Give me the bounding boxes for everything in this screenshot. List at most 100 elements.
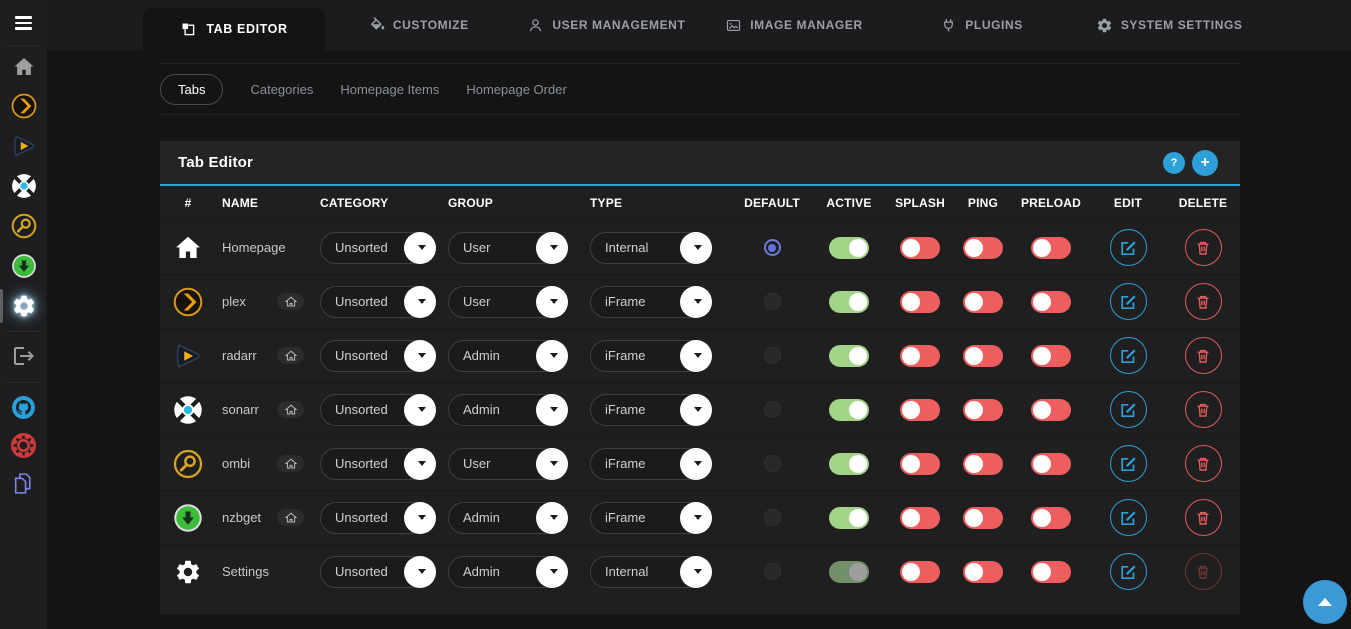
sidebar-item-support[interactable] <box>0 425 47 465</box>
preload-toggle[interactable] <box>1031 345 1071 367</box>
edit-button[interactable] <box>1110 553 1147 590</box>
sidebar-item-logout[interactable] <box>0 336 47 376</box>
subtab-homepage-items[interactable]: Homepage Items <box>340 82 439 97</box>
edit-button[interactable] <box>1110 391 1147 428</box>
edit-button[interactable] <box>1110 337 1147 374</box>
ping-toggle[interactable] <box>963 345 1003 367</box>
group-select[interactable]: Admin <box>448 394 568 426</box>
edit-button[interactable] <box>1110 283 1147 320</box>
active-toggle[interactable] <box>829 291 869 313</box>
delete-button[interactable] <box>1185 229 1222 266</box>
preload-toggle[interactable] <box>1031 237 1071 259</box>
type-select[interactable]: iFrame <box>590 340 712 372</box>
ping-toggle[interactable] <box>963 453 1003 475</box>
ping-toggle[interactable] <box>963 399 1003 421</box>
preload-toggle[interactable] <box>1031 453 1071 475</box>
splash-toggle[interactable] <box>900 561 940 583</box>
tab-system-settings[interactable]: SYSTEM SETTINGS <box>1075 0 1263 50</box>
menu-toggle-button[interactable] <box>0 3 47 43</box>
group-select[interactable]: Admin <box>448 340 568 372</box>
homepage-badge <box>277 293 304 310</box>
default-radio[interactable] <box>764 563 781 580</box>
type-select[interactable]: Internal <box>590 232 712 264</box>
tab-image-manager[interactable]: IMAGE MANAGER <box>700 0 888 50</box>
active-toggle[interactable] <box>829 345 869 367</box>
chevron-down-icon <box>680 340 712 372</box>
tab-customize[interactable]: CUSTOMIZE <box>325 0 513 50</box>
default-radio[interactable] <box>764 401 781 418</box>
edit-button[interactable] <box>1110 499 1147 536</box>
subtab-categories[interactable]: Categories <box>250 82 313 97</box>
preload-toggle[interactable] <box>1031 507 1071 529</box>
sidebar-item-home[interactable] <box>0 47 47 87</box>
splash-toggle[interactable] <box>900 453 940 475</box>
sidebar-item-plex[interactable] <box>0 86 47 126</box>
sidebar-item-radarr[interactable] <box>0 126 47 166</box>
sidebar-item-sonarr[interactable] <box>0 166 47 206</box>
splash-toggle[interactable] <box>900 237 940 259</box>
type-select[interactable]: iFrame <box>590 286 712 318</box>
default-radio[interactable] <box>764 509 781 526</box>
splash-toggle[interactable] <box>900 345 940 367</box>
preload-toggle[interactable] <box>1031 399 1071 421</box>
active-toggle[interactable] <box>829 399 869 421</box>
type-select[interactable]: Internal <box>590 556 712 588</box>
delete-button[interactable] <box>1185 499 1222 536</box>
tab-user-management[interactable]: USER MANAGEMENT <box>513 0 701 50</box>
default-radio[interactable] <box>764 293 781 310</box>
active-toggle[interactable] <box>829 453 869 475</box>
tab-plugins[interactable]: PLUGINS <box>888 0 1076 50</box>
category-select[interactable]: Unsorted <box>320 394 436 426</box>
sidebar-item-nzbget[interactable] <box>0 246 47 286</box>
edit-button[interactable] <box>1110 229 1147 266</box>
subtab-homepage-order[interactable]: Homepage Order <box>466 82 566 97</box>
homepage-badge <box>277 401 304 418</box>
chevron-down-icon <box>536 556 568 588</box>
group-select[interactable]: User <box>448 448 568 480</box>
preload-toggle[interactable] <box>1031 291 1071 313</box>
group-select[interactable]: Admin <box>448 502 568 534</box>
category-select[interactable]: Unsorted <box>320 556 436 588</box>
edit-icon <box>1118 508 1138 528</box>
type-select[interactable]: iFrame <box>590 448 712 480</box>
category-select[interactable]: Unsorted <box>320 502 436 534</box>
category-select[interactable]: Unsorted <box>320 340 436 372</box>
delete-button[interactable] <box>1185 337 1222 374</box>
type-select[interactable]: iFrame <box>590 502 712 534</box>
ping-toggle[interactable] <box>963 507 1003 529</box>
help-button[interactable]: ? <box>1163 152 1185 174</box>
chevron-down-icon <box>680 556 712 588</box>
active-toggle[interactable] <box>829 237 869 259</box>
type-select[interactable]: iFrame <box>590 394 712 426</box>
delete-button[interactable] <box>1185 391 1222 428</box>
ping-toggle[interactable] <box>963 291 1003 313</box>
active-toggle[interactable] <box>829 507 869 529</box>
category-select[interactable]: Unsorted <box>320 448 436 480</box>
tab-tab-editor[interactable]: TAB EDITOR <box>143 8 325 50</box>
settings-nav-bar: TAB EDITOR CUSTOMIZE USER MANAGEMENT IMA… <box>47 0 1351 50</box>
subtab-tabs[interactable]: Tabs <box>160 74 223 105</box>
group-select[interactable]: User <box>448 232 568 264</box>
sidebar-item-settings[interactable] <box>0 286 47 326</box>
preload-toggle[interactable] <box>1031 561 1071 583</box>
default-radio[interactable] <box>764 455 781 472</box>
sidebar-item-github[interactable] <box>0 387 47 427</box>
default-radio[interactable] <box>764 239 781 256</box>
delete-button[interactable] <box>1185 445 1222 482</box>
add-tab-button[interactable]: + <box>1192 150 1218 176</box>
sidebar-item-ombi[interactable] <box>0 206 47 246</box>
edit-button[interactable] <box>1110 445 1147 482</box>
splash-toggle[interactable] <box>900 291 940 313</box>
splash-toggle[interactable] <box>900 399 940 421</box>
ping-toggle[interactable] <box>963 237 1003 259</box>
scroll-to-top-button[interactable] <box>1303 580 1347 624</box>
sidebar-item-docs[interactable] <box>0 463 47 503</box>
splash-toggle[interactable] <box>900 507 940 529</box>
category-select[interactable]: Unsorted <box>320 286 436 318</box>
default-radio[interactable] <box>764 347 781 364</box>
category-select[interactable]: Unsorted <box>320 232 436 264</box>
group-select[interactable]: Admin <box>448 556 568 588</box>
group-select[interactable]: User <box>448 286 568 318</box>
delete-button[interactable] <box>1185 283 1222 320</box>
ping-toggle[interactable] <box>963 561 1003 583</box>
